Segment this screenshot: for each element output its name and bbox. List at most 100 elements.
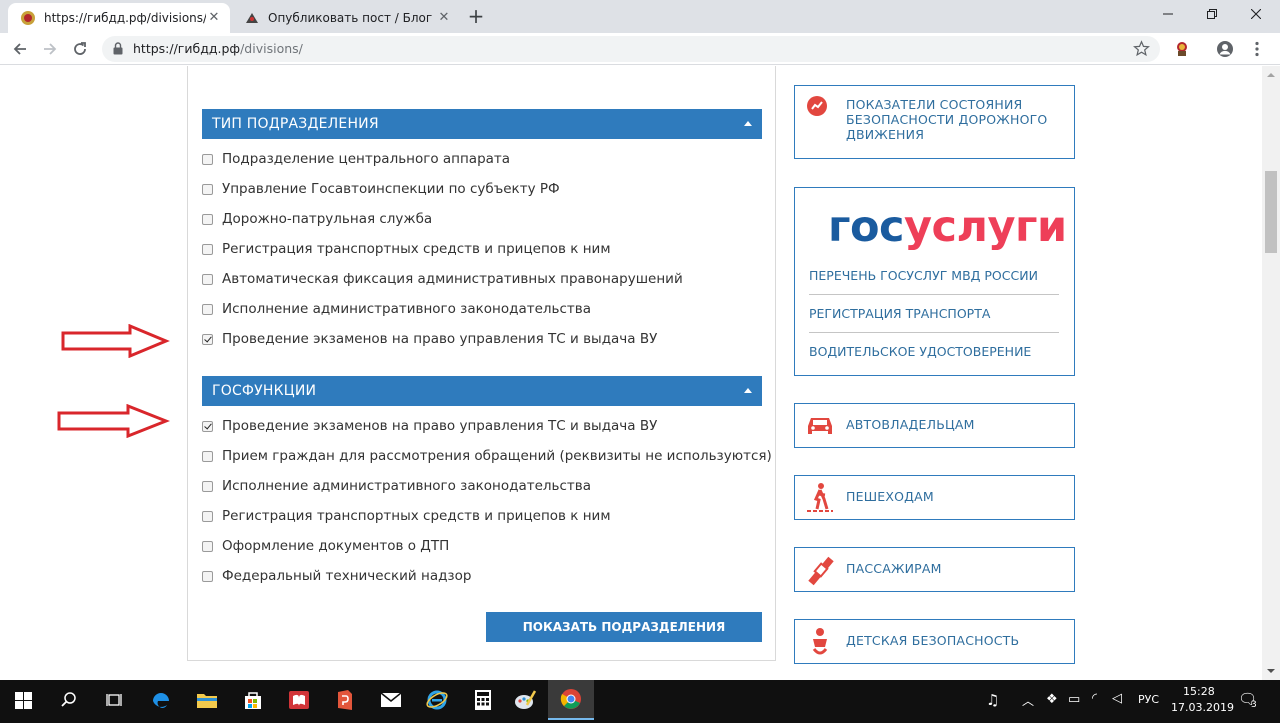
checkbox-option[interactable]: Регистрация транспортных средств и прице…	[202, 239, 611, 259]
checkbox-option[interactable]: Прием граждан для рассмотрения обращений…	[202, 446, 772, 466]
clock-time[interactable]: 15:28	[1183, 685, 1215, 698]
checkbox[interactable]	[202, 153, 213, 165]
chart-badge-icon	[805, 94, 829, 122]
checkbox-option[interactable]: Регистрация транспортных средств и прице…	[202, 506, 611, 526]
scrollbar-thumb[interactable]	[1265, 171, 1277, 253]
kebab-menu-icon[interactable]	[1245, 37, 1269, 61]
section-header-gosfunctions[interactable]: ГОСФУНКЦИИ	[202, 376, 762, 406]
lock-icon	[113, 42, 123, 59]
bookmark-star-icon[interactable]	[1133, 40, 1150, 61]
checkbox[interactable]	[202, 273, 213, 285]
scroll-down-icon[interactable]	[1266, 666, 1276, 676]
minimize-icon[interactable]	[1146, 0, 1190, 28]
checkbox-option[interactable]: Управление Госавтоинспекции по субъекту …	[202, 179, 560, 199]
gosuslugi-logo[interactable]: госуслуги	[828, 202, 1067, 252]
calculator-icon[interactable]	[460, 680, 506, 720]
checkbox[interactable]	[202, 450, 213, 462]
close-window-icon[interactable]	[1234, 0, 1278, 28]
restore-icon[interactable]	[1190, 0, 1234, 28]
page-scrollbar[interactable]	[1262, 66, 1280, 680]
checkbox-checked[interactable]	[202, 420, 213, 432]
divider	[809, 332, 1059, 333]
checkbox-checked[interactable]	[202, 333, 213, 345]
section-title: ТИП ПОДРАЗДЕЛЕНИЯ	[212, 116, 379, 132]
sidebar-item-car-owners[interactable]: АВТОВЛАДЕЛЬЦАМ	[794, 403, 1075, 448]
chrome-browser-icon[interactable]	[548, 680, 594, 720]
people-icon[interactable]: ♫	[986, 691, 999, 709]
sidebar-item-child-safety[interactable]: ДЕТСКАЯ БЕЗОПАСНОСТЬ	[794, 619, 1075, 664]
file-explorer-icon[interactable]	[184, 680, 230, 720]
pedestrian-icon	[805, 481, 835, 517]
checkbox-option[interactable]: Подразделение центрального аппарата	[202, 149, 510, 169]
sidebar-item-pedestrians[interactable]: ПЕШЕХОДАМ	[794, 475, 1075, 520]
mail-icon[interactable]	[368, 680, 414, 720]
extension-icon[interactable]	[1170, 37, 1194, 61]
close-icon[interactable]: ✕	[436, 10, 452, 26]
chevron-up-icon[interactable]	[744, 388, 752, 393]
profile-avatar-icon[interactable]	[1213, 37, 1237, 61]
gosuslugi-link-vehicle-registration[interactable]: РЕГИСТРАЦИЯ ТРАНСПОРТА	[809, 306, 1059, 321]
section-header-division-type[interactable]: ТИП ПОДРАЗДЕЛЕНИЯ	[202, 109, 762, 139]
car-icon	[805, 412, 835, 442]
checkbox[interactable]	[202, 540, 213, 552]
tab-title: Опубликовать пост / Блог / Бай	[268, 11, 436, 25]
checkbox-option[interactable]: Исполнение административного законодател…	[202, 299, 591, 319]
browser-toolbar: https://гибдд.рф/divisions/	[0, 33, 1280, 65]
address-bar[interactable]: https://гибдд.рф/divisions/	[102, 36, 1160, 62]
checkbox[interactable]	[202, 183, 213, 195]
seatbelt-icon	[805, 553, 837, 591]
annotation-arrow-icon	[61, 324, 170, 358]
gosuslugi-link-drivers-license[interactable]: ВОДИТЕЛЬСКОЕ УДОСТОВЕРЕНИЕ	[809, 344, 1059, 359]
task-view-icon[interactable]	[92, 680, 138, 720]
blog-favicon-icon	[244, 10, 260, 26]
volume-icon[interactable]: ◁	[1112, 691, 1122, 706]
scroll-up-icon[interactable]	[1266, 70, 1276, 80]
checkbox[interactable]	[202, 570, 213, 582]
checkbox-option[interactable]: Федеральный технический надзор	[202, 566, 471, 586]
tab-title: https://гибдд.рф/divisions/	[44, 11, 206, 25]
forward-arrow-icon[interactable]	[38, 37, 62, 61]
gosuslugi-block: госуслуги ПЕРЕЧЕНЬ ГОСУСЛУГ МВД РОССИИ Р…	[794, 187, 1075, 376]
checkbox[interactable]	[202, 243, 213, 255]
checkbox-option[interactable]: Оформление документов о ДТП	[202, 536, 449, 556]
internet-explorer-icon[interactable]	[414, 680, 460, 720]
wifi-icon[interactable]: ◜	[1092, 691, 1097, 706]
checkbox-option-checked[interactable]: Проведение экзаменов на право управления…	[202, 416, 657, 436]
safety-stats-link[interactable]: ПОКАЗАТЕЛИ СОСТОЯНИЯ БЕЗОПАСНОСТИ ДОРОЖН…	[794, 85, 1075, 159]
checkbox-option[interactable]: Исполнение административного законодател…	[202, 476, 591, 496]
checkbox-option[interactable]: Дорожно-патрульная служба	[202, 209, 432, 229]
office-app-icon[interactable]	[322, 680, 368, 720]
book-app-icon[interactable]	[276, 680, 322, 720]
gibdd-favicon-icon	[20, 10, 36, 26]
gosuslugi-link-mvd-services[interactable]: ПЕРЕЧЕНЬ ГОСУСЛУГ МВД РОССИИ	[809, 268, 1059, 283]
safety-stats-label: ПОКАЗАТЕЛИ СОСТОЯНИЯ БЕЗОПАСНОСТИ ДОРОЖН…	[846, 97, 1048, 142]
show-divisions-button[interactable]: ПОКАЗАТЬ ПОДРАЗДЕЛЕНИЯ	[486, 612, 762, 642]
clock-date[interactable]: 17.03.2019	[1171, 701, 1234, 714]
windows-start-icon[interactable]	[0, 680, 46, 720]
paint-app-icon[interactable]	[502, 680, 548, 720]
checkbox[interactable]	[202, 213, 213, 225]
checkbox-option-checked[interactable]: Проведение экзаменов на право управления…	[202, 329, 657, 349]
back-arrow-icon[interactable]	[8, 37, 32, 61]
language-indicator[interactable]: РУС	[1138, 693, 1159, 706]
edge-browser-icon[interactable]	[138, 680, 184, 720]
chevron-up-icon[interactable]: ︿	[1022, 692, 1034, 709]
sidebar-item-passengers[interactable]: ПАССАЖИРАМ	[794, 547, 1075, 592]
child-icon	[805, 625, 835, 663]
checkbox[interactable]	[202, 510, 213, 522]
close-icon[interactable]: ✕	[206, 10, 222, 26]
checkbox[interactable]	[202, 480, 213, 492]
new-tab-button[interactable]: +	[465, 6, 487, 28]
url-text: https://гибдд.рф/divisions/	[133, 41, 303, 56]
tab-blog[interactable]: Опубликовать пост / Блог / Бай ✕	[232, 3, 460, 33]
checkbox-option[interactable]: Автоматическая фиксация административных…	[202, 269, 683, 289]
reload-icon[interactable]	[68, 37, 92, 61]
store-icon[interactable]	[230, 680, 276, 720]
checkbox[interactable]	[202, 303, 213, 315]
divider	[809, 294, 1059, 295]
battery-icon[interactable]: ▭	[1068, 692, 1080, 707]
chevron-up-icon[interactable]	[744, 121, 752, 126]
search-icon[interactable]	[46, 680, 92, 720]
dropbox-icon[interactable]: ❖	[1046, 692, 1058, 707]
tab-gibdd[interactable]: https://гибдд.рф/divisions/ ✕	[8, 3, 230, 33]
